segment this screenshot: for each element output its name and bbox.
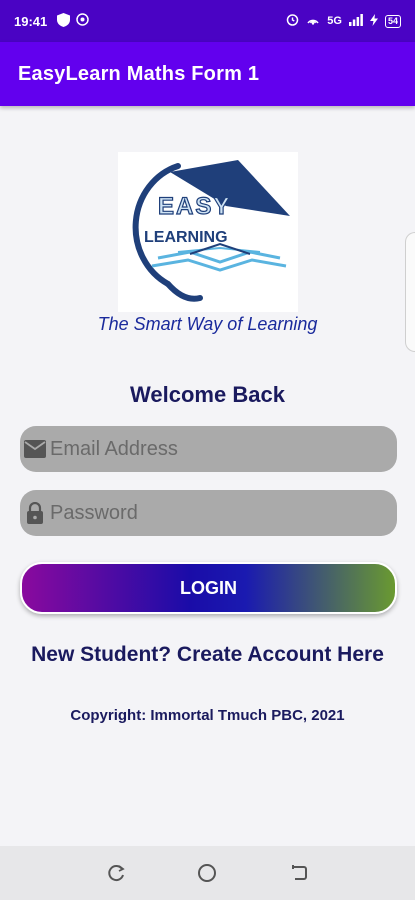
create-account-link[interactable]: New Student? Create Account Here xyxy=(0,643,415,667)
status-bar: 19:41 5G 54 xyxy=(0,0,415,42)
easy-learning-logo: EASY LEARNING xyxy=(118,152,298,312)
back-icon[interactable] xyxy=(285,859,313,887)
hotspot-icon xyxy=(306,13,320,29)
home-icon[interactable] xyxy=(193,859,221,887)
tagline: The Smart Way of Learning xyxy=(97,314,318,334)
logo-word-learning: LEARNING xyxy=(144,229,228,246)
recent-apps-icon[interactable] xyxy=(102,859,130,887)
shield-icon xyxy=(57,12,71,30)
vpn-icon xyxy=(76,13,89,29)
email-field[interactable] xyxy=(20,426,397,472)
edge-panel-handle[interactable] xyxy=(405,232,415,352)
login-screen: EASY LEARNING The Smart Way of Learning … xyxy=(0,106,415,846)
logo-word-easy: EASY xyxy=(158,193,231,220)
welcome-heading: Welcome Back xyxy=(130,382,285,407)
alarm-icon xyxy=(286,13,299,29)
login-button[interactable]: LOGIN xyxy=(20,562,397,614)
lock-icon xyxy=(24,502,46,524)
battery-icon: 54 xyxy=(384,14,401,28)
charging-icon xyxy=(369,13,378,29)
password-field[interactable] xyxy=(20,490,397,536)
copyright-text: Copyright: Immortal Tmuch PBC, 2021 xyxy=(70,707,345,724)
signal-icon xyxy=(348,13,363,29)
system-nav-bar xyxy=(0,846,415,900)
app-bar: EasyLearn Maths Form 1 xyxy=(0,42,415,106)
password-input[interactable] xyxy=(46,501,397,525)
status-time: 19:41 xyxy=(14,13,48,29)
email-input[interactable] xyxy=(46,437,397,461)
mail-icon xyxy=(24,438,46,460)
signal-strength-text: 5G xyxy=(327,15,342,27)
app-title: EasyLearn Maths Form 1 xyxy=(18,62,260,85)
